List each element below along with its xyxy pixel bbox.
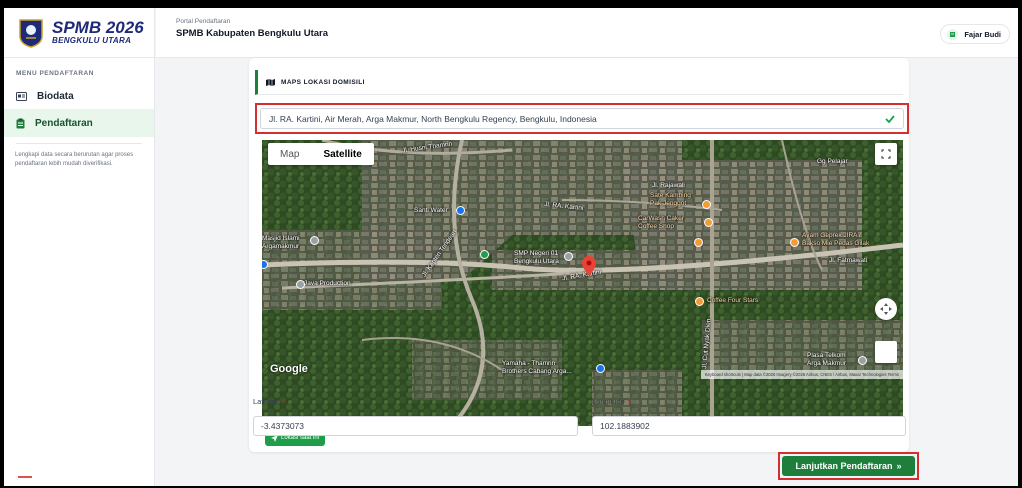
map-type-toggle: Map Satellite xyxy=(268,143,374,165)
map-label-poi: CarWash Caker Coffee Shop xyxy=(638,215,684,230)
poi-pin-icon[interactable] xyxy=(310,236,319,245)
tab-satellite[interactable]: Satellite xyxy=(311,143,373,165)
clipboard-icon xyxy=(16,118,25,128)
fullscreen-icon xyxy=(881,149,891,159)
map-label-poi: Sate Kambing Pak Jenggot xyxy=(650,192,691,207)
top-header: Portal Pendaftaran SPMB Kabupaten Bengku… xyxy=(156,8,1018,58)
brand[interactable]: SPMB 2026 BENGKULU UTARA xyxy=(4,8,154,58)
double-chevron-right-icon: » xyxy=(896,461,902,471)
sidebar-item-pendaftaran[interactable]: Pendaftaran xyxy=(4,109,154,137)
sidebar-item-biodata[interactable]: Biodata xyxy=(4,82,154,110)
tab-map[interactable]: Map xyxy=(268,143,311,165)
sidebar-item-label: Pendaftaran xyxy=(35,117,93,129)
sidebar-help-text: Lengkapi data secara berurutan agar pros… xyxy=(15,152,134,167)
map-label-poi: Coffee Four Stars xyxy=(707,297,759,304)
card-header: MAPS LOKASI DOMISILI xyxy=(255,70,903,95)
map-label-poi: Ayam Geprek JIRA / Bakso Mie Pedas Gilak xyxy=(802,232,870,247)
location-marker-icon[interactable] xyxy=(582,256,596,276)
menu-heading: MENU PENDAFTARAN xyxy=(16,70,94,77)
card-title: MAPS LOKASI DOMISILI xyxy=(281,78,365,86)
poi-pin-icon[interactable] xyxy=(702,200,711,209)
map-label-poi: SMP Negeri 01 Bengkulu Utara xyxy=(514,250,559,265)
poi-pin-icon[interactable] xyxy=(596,364,605,373)
poi-pin-icon[interactable] xyxy=(564,252,573,261)
map-label-street: Jl. Fatmawati xyxy=(829,257,868,264)
longitude-label: Longitude * xyxy=(592,397,630,406)
brand-title: SPMB 2026 xyxy=(52,18,144,37)
map-label-street: Gg Pelajar xyxy=(817,158,848,165)
user-avatar-icon xyxy=(947,28,959,40)
portal-label: Portal Pendaftaran xyxy=(176,18,231,25)
map-label-poi: Java Production xyxy=(304,280,351,287)
sidebar: SPMB 2026 BENGKULU UTARA MENU PENDAFTARA… xyxy=(4,8,155,486)
address-search-input[interactable]: Jl. RA. Kartini, Air Merah, Arga Makmur,… xyxy=(260,108,904,129)
user-menu-button[interactable]: Fajar Budi xyxy=(940,24,1010,44)
page-title: SPMB Kabupaten Bengkulu Utara xyxy=(176,28,329,39)
map-attribution[interactable]: Keyboard shortcuts | Map data ©2026 Imag… xyxy=(700,370,903,379)
poi-pin-icon[interactable] xyxy=(704,218,713,227)
address-value: Jl. RA. Kartini, Air Merah, Arga Makmur,… xyxy=(269,113,597,124)
poi-pin-icon[interactable] xyxy=(694,238,703,247)
sidebar-footer-mark xyxy=(18,476,32,480)
map-icon xyxy=(266,78,275,86)
latitude-label: Latitude * xyxy=(253,397,285,406)
bengkulu-utara-emblem-icon xyxy=(19,18,43,48)
sidebar-divider xyxy=(16,143,142,144)
map-imagery xyxy=(262,140,903,426)
poi-pin-icon[interactable] xyxy=(456,206,465,215)
location-card: MAPS LOKASI DOMISILI Jl. RA. Kartini, Ai… xyxy=(249,58,909,452)
satellite-map[interactable]: Map Satellite Jl. Husni Thamrin Gg Pelaj… xyxy=(262,140,903,426)
longitude-field[interactable]: 102.1883902 xyxy=(592,416,906,436)
poi-pin-icon[interactable] xyxy=(296,280,305,289)
next-button-highlight: Lanjutkan Pendaftaran » xyxy=(778,452,919,480)
continue-registration-label: Lanjutkan Pendaftaran xyxy=(795,461,893,471)
id-card-icon xyxy=(16,91,27,101)
user-name: Fajar Budi xyxy=(964,29,1001,39)
latitude-field[interactable]: -3.4373073 xyxy=(253,416,578,436)
move-arrows-icon xyxy=(880,303,892,315)
fullscreen-button[interactable] xyxy=(875,143,897,165)
map-label-poi: Plasa Telkom Arga Makmur xyxy=(807,352,847,367)
street-view-button[interactable] xyxy=(875,341,897,363)
map-camera-control-button[interactable] xyxy=(875,298,897,320)
continue-registration-button[interactable]: Lanjutkan Pendaftaran » xyxy=(782,456,915,476)
map-label-poi: Santi Water xyxy=(414,207,448,214)
address-highlight: Jl. RA. Kartini, Air Merah, Arga Makmur,… xyxy=(255,103,909,134)
check-icon xyxy=(885,114,895,123)
google-logo: Google xyxy=(270,363,308,375)
brand-subtitle: BENGKULU UTARA xyxy=(52,36,132,45)
map-label-poi: Masjid Islami Argamakmur xyxy=(262,235,300,250)
poi-pin-icon[interactable] xyxy=(790,238,799,247)
sidebar-item-label: Biodata xyxy=(37,90,74,102)
map-label-poi: Yamaha - Thamrin Brothers Cabang Arga... xyxy=(502,360,572,375)
poi-pin-icon[interactable] xyxy=(858,356,867,365)
map-label-street: Jl. Rajawali xyxy=(652,182,685,189)
required-mark: * xyxy=(627,397,630,406)
poi-pin-icon[interactable] xyxy=(695,297,704,306)
poi-pin-icon[interactable] xyxy=(480,250,489,259)
required-mark: * xyxy=(281,397,285,406)
